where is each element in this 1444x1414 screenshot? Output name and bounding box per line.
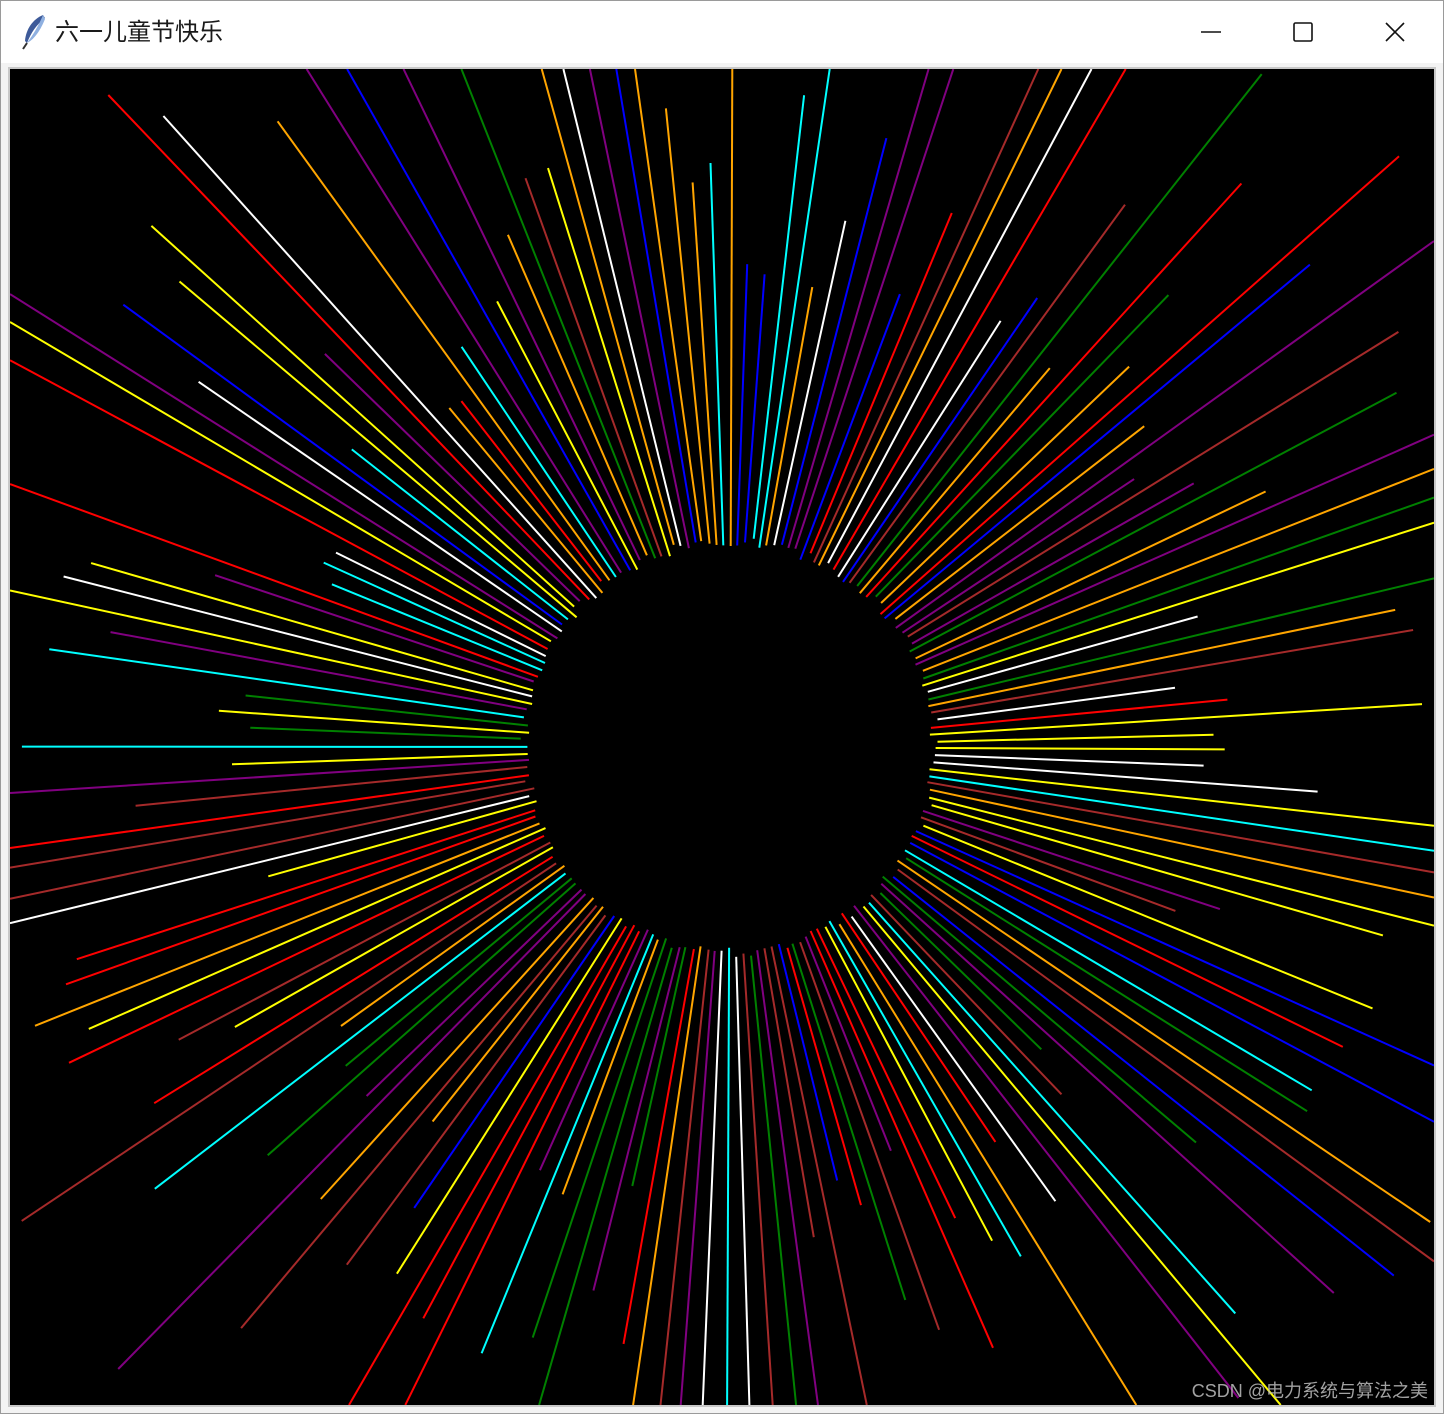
ray-line	[915, 830, 1434, 1067]
ray-line	[68, 834, 545, 1064]
ray-burst	[10, 69, 1434, 1405]
ray-line	[879, 155, 1400, 615]
ray-line	[615, 69, 697, 543]
ray-line	[907, 331, 1399, 638]
maximize-icon	[1293, 22, 1313, 42]
ray-line	[756, 950, 819, 1405]
ray-line	[701, 950, 723, 1405]
ray-line	[934, 754, 1204, 767]
ray-line	[561, 939, 659, 1195]
ray-line	[588, 69, 690, 549]
ray-line	[815, 928, 957, 1219]
ray-line	[431, 906, 604, 1123]
ray-line	[480, 934, 655, 1354]
ray-line	[935, 747, 1225, 751]
ray-line	[736, 264, 749, 546]
ray-line	[827, 69, 1093, 564]
ray-line	[777, 943, 839, 1181]
ray-line	[10, 787, 535, 900]
ray-line	[880, 365, 1130, 604]
ray-line	[812, 69, 1040, 563]
ray-line	[324, 353, 581, 602]
ray-line	[540, 69, 675, 546]
ray-line	[809, 212, 953, 554]
ray-line	[622, 948, 695, 1345]
ray-line	[21, 862, 557, 1222]
ray-line	[348, 925, 627, 1405]
close-button[interactable]	[1349, 1, 1441, 63]
ray-line	[929, 703, 1423, 736]
ray-line	[929, 775, 1434, 852]
minimize-button[interactable]	[1165, 1, 1257, 63]
ray-line	[875, 294, 1170, 598]
ray-line	[345, 914, 607, 1266]
ray-line	[922, 496, 1434, 680]
drawing-canvas[interactable]: CSDN @电力系统与算法之美	[8, 67, 1436, 1407]
feather-icon	[19, 13, 49, 51]
ray-line	[726, 947, 731, 1405]
ray-line	[915, 433, 1434, 666]
ray-line	[911, 835, 1344, 1048]
ray-line	[679, 950, 716, 1405]
ray-line	[218, 709, 530, 734]
ray-line	[524, 177, 663, 557]
ray-line	[460, 69, 657, 559]
close-icon	[1385, 22, 1405, 42]
app-window: 六一儿童节快乐 CSDN @电力系统与算法之美	[0, 0, 1444, 1414]
ray-line	[531, 938, 668, 1338]
ray-line	[276, 120, 611, 581]
ray-line	[305, 69, 622, 574]
ray-line	[892, 876, 1395, 1277]
ray-line	[10, 758, 530, 794]
center-circle	[532, 549, 928, 945]
ray-line	[496, 300, 639, 571]
ray-line	[865, 182, 1243, 598]
ray-line	[928, 608, 1396, 708]
ray-line	[883, 263, 1311, 620]
minimize-icon	[1201, 31, 1221, 33]
ray-line	[65, 815, 536, 986]
title-bar[interactable]: 六一儿童节快乐	[1, 1, 1443, 63]
ray-line	[10, 780, 526, 869]
watermark-text: CSDN @电力系统与算法之美	[1191, 1381, 1428, 1401]
ray-line	[828, 920, 1022, 1257]
ray-line	[799, 941, 941, 1331]
ray-line	[659, 949, 710, 1405]
ray-line	[765, 286, 814, 546]
ray-line	[850, 916, 1057, 1202]
ray-line	[853, 905, 1240, 1399]
ray-line	[234, 846, 554, 1028]
ray-line	[937, 733, 1214, 743]
ray-line	[729, 69, 734, 547]
ray-line	[744, 274, 766, 543]
ray-line	[351, 448, 569, 621]
ray-line	[506, 234, 648, 556]
ray-line	[422, 924, 636, 1319]
ray-line	[868, 902, 1237, 1315]
ray-line	[10, 359, 549, 650]
ray-line	[198, 380, 563, 633]
ray-line	[10, 321, 552, 643]
ray-line	[937, 686, 1176, 721]
ray-line	[49, 648, 525, 719]
maximize-button[interactable]	[1257, 1, 1349, 63]
ray-line	[245, 694, 529, 727]
window-title: 六一儿童节快乐	[55, 19, 223, 46]
ray-line	[345, 877, 573, 1067]
ray-line	[10, 589, 533, 705]
ray-line	[927, 615, 1198, 693]
